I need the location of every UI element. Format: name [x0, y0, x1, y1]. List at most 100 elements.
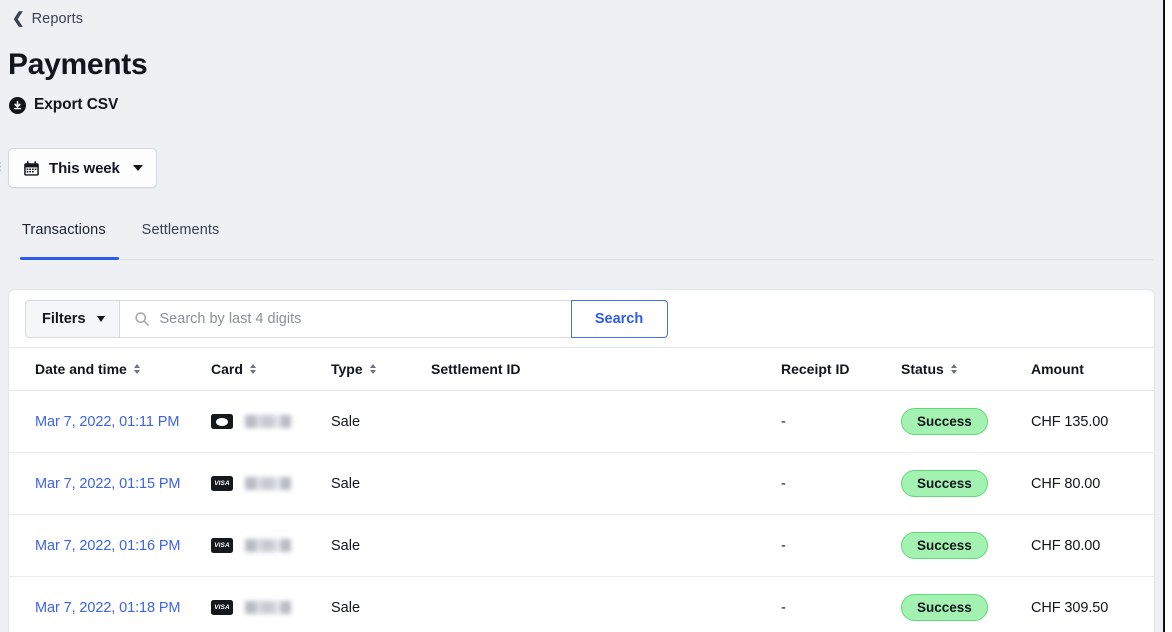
transactions-card: Filters Search by last 4 digits Search D… [8, 289, 1155, 632]
receipt-id-value: - [781, 599, 786, 616]
sort-icon[interactable] [133, 364, 140, 374]
table-row[interactable]: Mar 7, 2022, 01:11 PM Sale - Success CHF… [9, 390, 1154, 453]
receipt-id-value: - [781, 537, 786, 554]
search-icon [134, 311, 150, 327]
cell-datetime: Mar 7, 2022, 01:18 PM [9, 577, 211, 632]
column-label-amount: Amount [1031, 361, 1084, 377]
filters-button[interactable]: Filters [25, 299, 120, 338]
table-row[interactable]: Mar 7, 2022, 01:18 PM VISA Sale - Succes… [9, 577, 1154, 632]
cell-amount: CHF 309.50 [1031, 577, 1154, 632]
transaction-date-link[interactable]: Mar 7, 2022, 01:18 PM [35, 600, 181, 616]
tab-divider [20, 259, 1153, 260]
table-row[interactable]: Mar 7, 2022, 01:15 PM VISA Sale - Succes… [9, 452, 1154, 515]
visa-card-icon: VISA [211, 600, 233, 615]
date-range-label: This week [49, 159, 120, 177]
cell-settlement-id [431, 390, 781, 453]
sort-icon[interactable] [950, 364, 957, 374]
status-badge: Success [901, 594, 988, 621]
column-header-status[interactable]: Status [901, 347, 1031, 391]
sort-icon[interactable] [369, 364, 376, 374]
calendar-icon [23, 160, 40, 177]
table-header-row: Date and time Card Type Settlement ID Re… [9, 347, 1154, 391]
cell-receipt-id: - [781, 390, 901, 453]
column-label-card: Card [211, 361, 243, 377]
cell-amount: CHF 80.00 [1031, 452, 1154, 515]
cell-type: Sale [331, 599, 361, 616]
search-field-wrapper[interactable] [119, 299, 572, 338]
search-input[interactable] [159, 310, 559, 327]
redacted-card-number [245, 539, 291, 552]
cell-status: Success [901, 452, 1031, 515]
visa-card-icon: VISA [211, 476, 233, 491]
cell-settlement-id [431, 577, 781, 632]
cell-type: Sale [331, 514, 431, 577]
cell-datetime: Mar 7, 2022, 01:11 PM [9, 390, 211, 453]
visa-card-icon: VISA [211, 538, 233, 553]
cell-card: VISA [211, 514, 331, 577]
filter-toolbar: Filters Search [9, 290, 1154, 347]
column-header-amount: Amount [1031, 347, 1154, 391]
transaction-date-link[interactable]: Mar 7, 2022, 01:15 PM [35, 476, 181, 492]
cell-type: Sale [331, 390, 431, 453]
transaction-date-link[interactable]: Mar 7, 2022, 01:11 PM [35, 414, 179, 430]
tab-settlements[interactable]: Settlements [140, 222, 222, 252]
filters-label: Filters [42, 310, 86, 327]
amount-value: CHF 80.00 [1031, 537, 1101, 554]
cell-amount: CHF 135.00 [1031, 390, 1154, 453]
column-label-type: Type [331, 361, 363, 377]
cell-receipt-id: - [781, 577, 901, 632]
cell-datetime: Mar 7, 2022, 01:15 PM [9, 452, 211, 515]
chevron-down-icon [132, 165, 143, 171]
chevron-left-icon: ❮ [12, 9, 25, 27]
cell-receipt-id: - [781, 452, 901, 515]
redacted-card-number [245, 415, 291, 428]
column-label-settlement-id: Settlement ID [431, 361, 521, 377]
cell-card: VISA [211, 452, 331, 515]
download-circle-icon [9, 96, 26, 114]
amount-value: CHF 80.00 [1031, 475, 1101, 492]
cell-type: Sale [331, 452, 431, 515]
window-right-edge [1163, 0, 1172, 632]
table-header: Date and time Card Type Settlement ID Re… [9, 347, 1154, 391]
status-badge: Success [901, 470, 988, 497]
column-header-settlement-id: Settlement ID [431, 347, 781, 391]
table-row[interactable]: Mar 7, 2022, 01:16 PM VISA Sale - Succes… [9, 514, 1154, 577]
cell-status: Success [901, 514, 1031, 577]
sort-icon[interactable] [249, 364, 256, 374]
payments-page: ❮ Reports Payments Export CSV ⋮ [0, 0, 1163, 632]
transactions-table: Date and time Card Type Settlement ID Re… [9, 347, 1154, 632]
column-header-date[interactable]: Date and time [9, 347, 211, 391]
search-button[interactable]: Search [570, 299, 668, 338]
redacted-card-number [245, 477, 291, 490]
chevron-down-icon [96, 315, 105, 322]
active-tab-indicator [20, 257, 119, 260]
date-range-picker[interactable]: This week [8, 148, 157, 188]
status-badge: Success [901, 532, 988, 559]
receipt-id-value: - [781, 413, 786, 430]
column-header-card[interactable]: Card [211, 347, 331, 391]
breadcrumb-label: Reports [31, 11, 84, 27]
cell-settlement-id [431, 514, 781, 577]
column-label-status: Status [901, 361, 944, 377]
cell-status: Success [901, 577, 1031, 632]
page-title: Payments [8, 48, 148, 81]
column-header-receipt-id: Receipt ID [781, 347, 901, 391]
cell-card: VISA [211, 577, 331, 632]
redacted-card-number [245, 601, 291, 614]
cell-datetime: Mar 7, 2022, 01:16 PM [9, 514, 211, 577]
amount-value: CHF 309.50 [1031, 599, 1109, 616]
column-header-type[interactable]: Type [331, 347, 431, 391]
status-badge: Success [901, 408, 988, 435]
export-csv-button[interactable]: Export CSV [9, 96, 118, 114]
cell-settlement-id [431, 452, 781, 515]
amount-value: CHF 135.00 [1031, 413, 1109, 430]
tab-bar: Transactions Settlements [0, 222, 1163, 262]
tab-transactions[interactable]: Transactions [20, 222, 108, 252]
cell-card [211, 390, 331, 453]
column-label-receipt-id: Receipt ID [781, 361, 850, 377]
cell-receipt-id: - [781, 514, 901, 577]
transaction-date-link[interactable]: Mar 7, 2022, 01:16 PM [35, 538, 181, 554]
export-csv-label: Export CSV [34, 96, 119, 113]
column-label-date: Date and time [35, 361, 127, 377]
breadcrumb-reports[interactable]: ❮ Reports [12, 9, 84, 28]
